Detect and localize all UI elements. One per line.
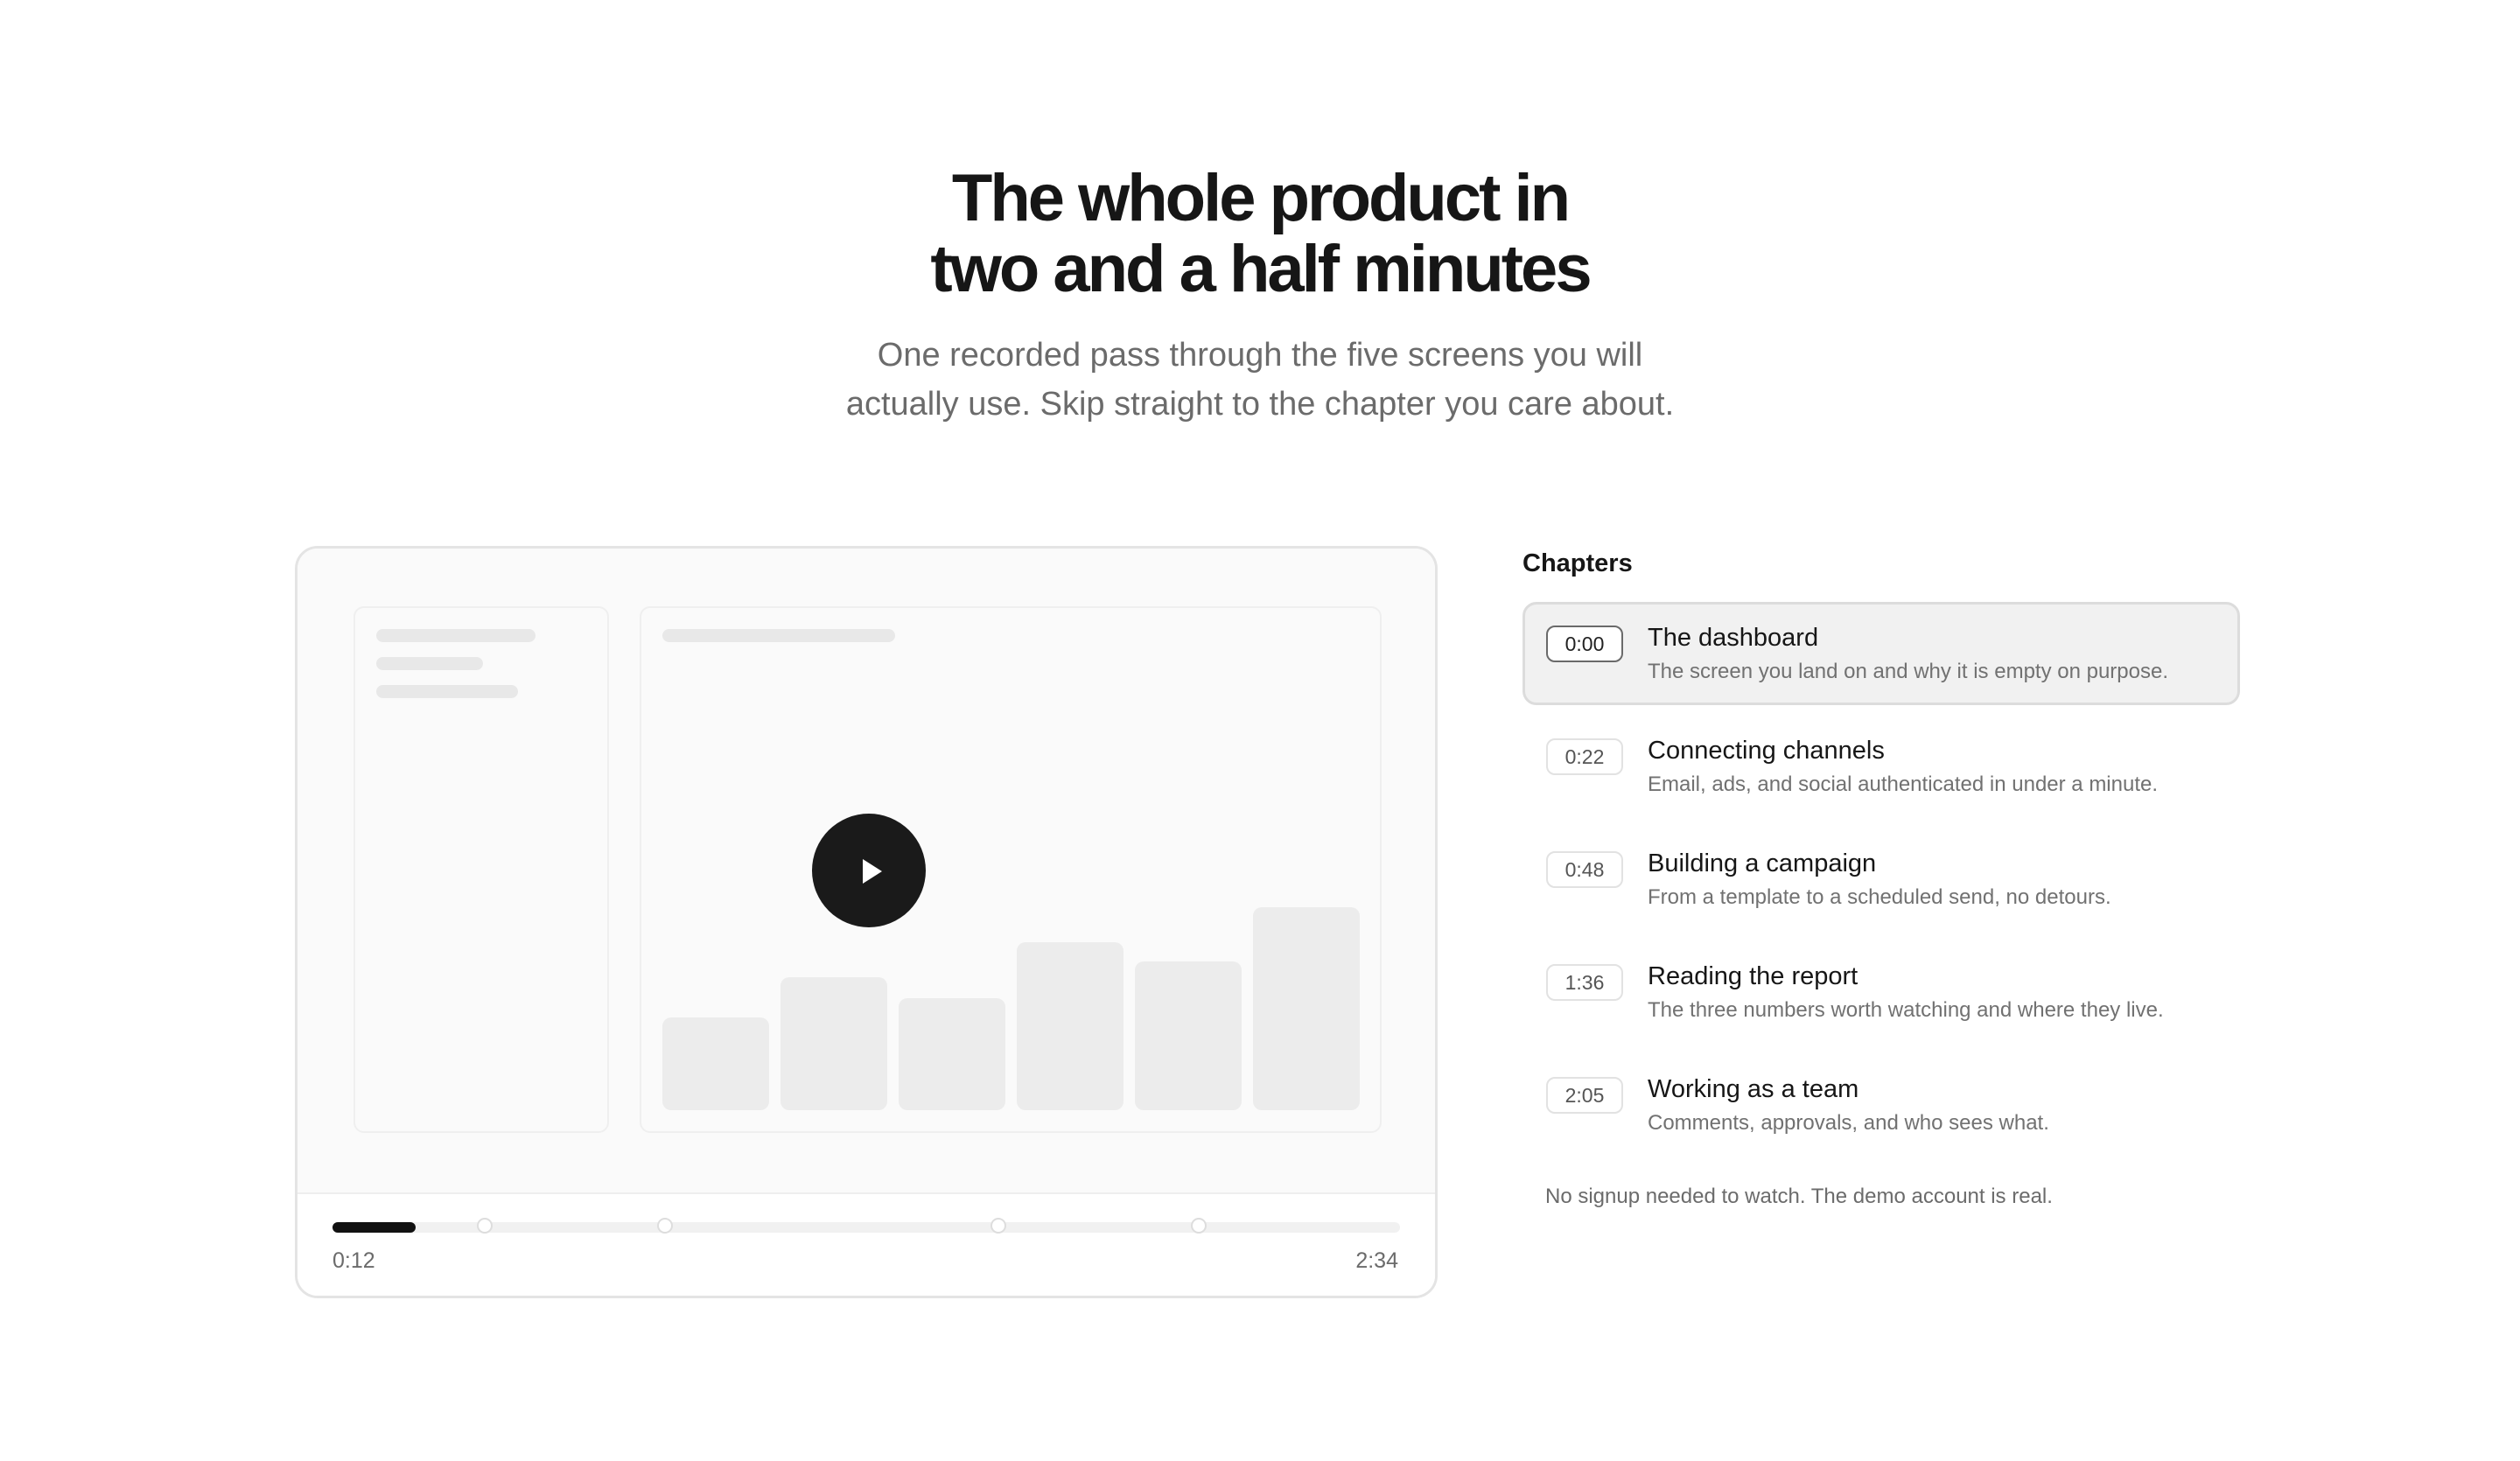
placeholder-bar bbox=[780, 977, 887, 1110]
chapter-description: The three numbers worth watching and whe… bbox=[1648, 998, 2164, 1022]
chapter-marker[interactable] bbox=[477, 1218, 494, 1234]
chapter-timestamp: 0:00 bbox=[1546, 626, 1623, 662]
chapter-title: Reading the report bbox=[1648, 962, 1858, 990]
chapter-marker[interactable] bbox=[990, 1218, 1006, 1234]
chapter-title: The dashboard bbox=[1648, 624, 1819, 652]
chapter-title: Connecting channels bbox=[1648, 737, 1885, 765]
chapter-item-dashboard[interactable]: 0:00 The dashboard The screen you land o… bbox=[1522, 602, 2240, 705]
placeholder-bar bbox=[899, 998, 1005, 1110]
chapter-marker[interactable] bbox=[657, 1218, 674, 1234]
chapter-timestamp: 0:22 bbox=[1546, 738, 1623, 775]
chapter-description: The screen you land on and why it is emp… bbox=[1648, 660, 2169, 683]
total-time: 2:34 bbox=[1355, 1248, 1398, 1273]
signup-note: No signup needed to watch. The demo acco… bbox=[1545, 1185, 2053, 1208]
chapter-item-connecting-channels[interactable]: 0:22 Connecting channels Email, ads, and… bbox=[1522, 715, 2240, 818]
hero-section: The whole product in two and a half minu… bbox=[0, 163, 2520, 429]
page-title-line-2: two and a half minutes bbox=[930, 232, 1592, 306]
chapter-item-reading-report[interactable]: 1:36 Reading the report The three number… bbox=[1522, 940, 2240, 1044]
chapter-timestamp: 0:48 bbox=[1546, 851, 1623, 888]
chapter-title: Building a campaign bbox=[1648, 849, 1877, 877]
page-subtitle-line-2: actually use. Skip straight to the chapt… bbox=[845, 386, 1675, 423]
placeholder-line bbox=[376, 657, 483, 670]
progress-fill bbox=[332, 1222, 416, 1233]
play-button[interactable] bbox=[812, 814, 926, 927]
chapter-description: From a template to a scheduled send, no … bbox=[1648, 885, 2111, 909]
play-icon bbox=[863, 859, 882, 884]
video-player[interactable]: 0:12 2:34 bbox=[295, 546, 1438, 1298]
video-stage[interactable] bbox=[298, 549, 1435, 1192]
page-title-line-1: The whole product in bbox=[951, 161, 1571, 235]
player-controls: 0:12 2:34 bbox=[298, 1192, 1435, 1296]
chapter-title: Working as a team bbox=[1648, 1075, 1859, 1103]
placeholder-bar bbox=[1135, 961, 1242, 1110]
page-title: The whole product in two and a half minu… bbox=[691, 163, 1829, 304]
chapter-marker[interactable] bbox=[1191, 1218, 1208, 1234]
placeholder-line bbox=[376, 629, 536, 642]
preview-main-placeholder bbox=[640, 606, 1382, 1133]
placeholder-line bbox=[376, 685, 518, 698]
chapter-description: Email, ads, and social authenticated in … bbox=[1648, 772, 2159, 796]
chapter-item-working-team[interactable]: 2:05 Working as a team Comments, approva… bbox=[1522, 1053, 2240, 1157]
chapters-panel: Chapters 0:00 The dashboard The screen y… bbox=[1522, 546, 2240, 1211]
placeholder-bar bbox=[1017, 942, 1124, 1110]
progress-scrubber[interactable] bbox=[332, 1218, 1400, 1234]
page-subtitle-line-1: One recorded pass through the five scree… bbox=[877, 337, 1643, 374]
chapter-timestamp: 1:36 bbox=[1546, 964, 1623, 1001]
placeholder-bar bbox=[662, 1017, 769, 1110]
placeholder-bar bbox=[1253, 907, 1360, 1110]
placeholder-line bbox=[662, 629, 895, 642]
current-time: 0:12 bbox=[332, 1248, 375, 1273]
chapter-timestamp: 2:05 bbox=[1546, 1077, 1623, 1114]
preview-sidebar-placeholder bbox=[354, 606, 609, 1133]
chapter-item-building-campaign[interactable]: 0:48 Building a campaign From a template… bbox=[1522, 828, 2240, 931]
page-subtitle: One recorded pass through the five scree… bbox=[779, 331, 1741, 429]
chapter-description: Comments, approvals, and who sees what. bbox=[1648, 1111, 2049, 1135]
chapters-heading: Chapters bbox=[1522, 549, 1633, 577]
chapter-list: 0:00 The dashboard The screen you land o… bbox=[1522, 602, 2240, 1157]
